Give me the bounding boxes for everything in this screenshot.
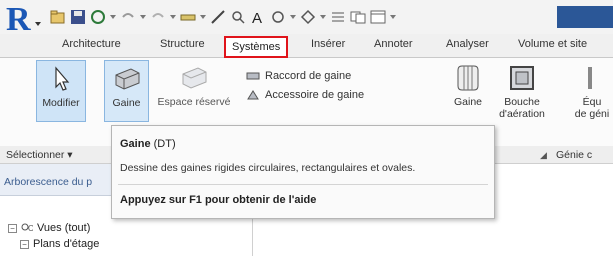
flex-duct-icon	[454, 64, 482, 92]
tab-structure[interactable]: Structure	[160, 38, 205, 50]
tree-item-plans[interactable]: − Plans d'étage	[8, 236, 99, 252]
bouche-label-2: d'aération	[499, 108, 545, 120]
accessoire-de-gaine-button[interactable]: Accessoire de gaine	[246, 85, 364, 104]
duct-icon	[113, 65, 141, 93]
views-icon: O	[21, 222, 34, 235]
gaine-label: Gaine	[112, 97, 141, 109]
duct-fitting-icon	[246, 70, 260, 82]
section-icon[interactable]	[300, 9, 316, 25]
title-bar	[557, 6, 613, 28]
tooltip-command: Gaine	[120, 138, 151, 150]
mechanical-equipment-icon	[578, 64, 606, 92]
espace-reserve-button[interactable]: Espace réservé	[150, 60, 238, 122]
selectionner-dropdown[interactable]: Sélectionner ▾	[6, 149, 73, 161]
modifier-button[interactable]: Modifier	[36, 60, 86, 122]
tab-systemes[interactable]: Systèmes	[224, 36, 289, 58]
revit-logo-icon: R	[6, 1, 31, 38]
redo-icon[interactable]	[150, 9, 166, 25]
dimension-icon[interactable]	[210, 9, 226, 25]
bouche-label-1: Bouche	[504, 96, 540, 108]
chevron-down-icon[interactable]	[390, 15, 396, 19]
chevron-down-icon[interactable]	[290, 15, 296, 19]
ribbon-tabs: Architecture Structure Systèmes Insérer …	[0, 34, 613, 58]
modifier-label: Modifier	[42, 97, 80, 109]
tooltip-title: Gaine (DT)	[120, 138, 176, 150]
equip-label-2: de géni	[574, 108, 610, 120]
placeholder-duct-icon	[180, 64, 208, 92]
tab-inserer[interactable]: Insérer	[311, 38, 345, 50]
gaine-flexible-button[interactable]: Gaine	[448, 60, 488, 122]
tag-icon[interactable]	[230, 9, 246, 25]
quick-access-icons: A	[50, 6, 396, 28]
tab-annoter[interactable]: Annoter	[374, 38, 413, 50]
gaine-button[interactable]: Gaine	[104, 60, 149, 122]
gaine-tooltip: Gaine (DT) Dessine des gaines rigides ci…	[111, 125, 495, 219]
tab-architecture[interactable]: Architecture	[62, 38, 121, 50]
tab-analyser[interactable]: Analyser	[446, 38, 489, 50]
bouche-aeration-button[interactable]: Bouche d'aération	[492, 60, 552, 122]
collapse-icon[interactable]: −	[8, 223, 17, 233]
tree-item-label: Plans d'étage	[33, 238, 100, 250]
panel-launcher-icon[interactable]: ◢	[540, 150, 547, 161]
quick-access-toolbar: R A	[0, 0, 613, 38]
svg-text:O: O	[28, 224, 33, 232]
text-icon[interactable]: A	[250, 9, 266, 27]
duct-tools-list: Raccord de gaine Accessoire de gaine	[246, 66, 364, 104]
project-browser-title: Arborescence du p	[4, 176, 93, 188]
chevron-down-icon[interactable]	[320, 15, 326, 19]
genie-panel-label: Génie c	[556, 149, 593, 161]
gaine-flexible-label: Gaine	[453, 96, 483, 108]
open-icon[interactable]	[50, 9, 66, 25]
tooltip-help-hint: Appuyez sur F1 pour obtenir de l'aide	[120, 194, 317, 206]
switch-windows-icon[interactable]	[370, 9, 386, 25]
equipement-genie-button[interactable]: Équ de géni	[562, 60, 613, 122]
sync-icon[interactable]	[90, 9, 106, 25]
tooltip-divider	[118, 184, 488, 185]
raccord-de-gaine-button[interactable]: Raccord de gaine	[246, 66, 364, 85]
application-menu-button[interactable]: R	[4, 1, 41, 38]
svg-text:A: A	[252, 10, 262, 25]
3d-view-icon[interactable]	[270, 9, 286, 25]
raccord-label: Raccord de gaine	[265, 69, 352, 82]
chevron-down-icon	[35, 22, 41, 26]
collapse-icon[interactable]: −	[20, 239, 29, 249]
air-terminal-icon	[508, 64, 536, 92]
accessoire-label: Accessoire de gaine	[265, 88, 365, 101]
chevron-down-icon[interactable]	[170, 15, 176, 19]
close-windows-icon[interactable]	[350, 9, 366, 25]
tree-item-label: Vues (tout)	[37, 222, 91, 234]
chevron-down-icon[interactable]	[200, 15, 206, 19]
duct-accessory-icon	[246, 89, 260, 101]
chevron-down-icon[interactable]	[110, 15, 116, 19]
cursor-icon	[47, 65, 75, 93]
measure-icon[interactable]	[180, 9, 196, 25]
tooltip-shortcut: (DT)	[153, 138, 176, 150]
undo-icon[interactable]	[120, 9, 136, 25]
chevron-down-icon[interactable]	[140, 15, 146, 19]
thin-lines-icon[interactable]	[330, 9, 346, 25]
tree-item-vues[interactable]: − O Vues (tout)	[8, 220, 99, 236]
tab-volume-et-site[interactable]: Volume et site	[518, 38, 587, 50]
browser-tree: − O Vues (tout) − Plans d'étage	[8, 220, 99, 252]
espace-reserve-label: Espace réservé	[157, 96, 231, 108]
equip-label-1: Équ	[582, 96, 602, 108]
save-icon[interactable]	[70, 9, 86, 25]
tooltip-description: Dessine des gaines rigides circulaires, …	[120, 162, 416, 174]
